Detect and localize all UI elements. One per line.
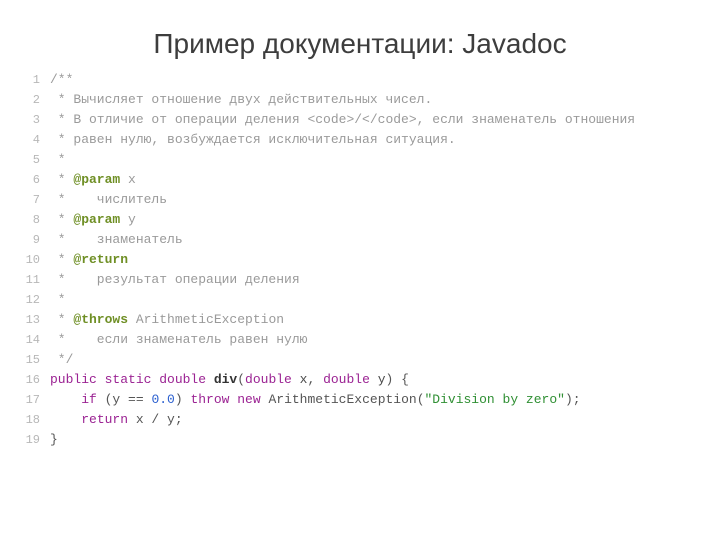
- line-content: * если знаменатель равен нулю: [50, 330, 307, 350]
- code-line: 14 * если знаменатель равен нулю: [12, 330, 720, 350]
- line-number: 3: [12, 110, 50, 130]
- line-number: 9: [12, 230, 50, 250]
- line-number: 12: [12, 290, 50, 310]
- code-line: 15 */: [12, 350, 720, 370]
- code-line: 4 * равен нулю, возбуждается исключитель…: [12, 130, 720, 150]
- code-line: 13 * @throws ArithmeticException: [12, 310, 720, 330]
- line-number: 11: [12, 270, 50, 290]
- line-number: 15: [12, 350, 50, 370]
- code-line: 3 * В отличие от операции деления <code>…: [12, 110, 720, 130]
- code-line: 16public static double div(double x, dou…: [12, 370, 720, 390]
- code-line: 19}: [12, 430, 720, 450]
- line-content: * числитель: [50, 190, 167, 210]
- code-line: 7 * числитель: [12, 190, 720, 210]
- line-content: public static double div(double x, doubl…: [50, 370, 409, 390]
- code-line: 9 * знаменатель: [12, 230, 720, 250]
- line-content: * равен нулю, возбуждается исключительна…: [50, 130, 456, 150]
- line-content: * @throws ArithmeticException: [50, 310, 284, 330]
- line-number: 8: [12, 210, 50, 230]
- line-content: }: [50, 430, 58, 450]
- line-number: 14: [12, 330, 50, 350]
- line-number: 18: [12, 410, 50, 430]
- line-content: * @return: [50, 250, 128, 270]
- line-content: * результат операции деления: [50, 270, 300, 290]
- line-content: * знаменатель: [50, 230, 183, 250]
- line-content: if (y == 0.0) throw new ArithmeticExcept…: [50, 390, 581, 410]
- code-line: 8 * @param y: [12, 210, 720, 230]
- code-block: 1/**2 * Вычисляет отношение двух действи…: [0, 70, 720, 450]
- line-content: *: [50, 150, 66, 170]
- line-content: * В отличие от операции деления <code>/<…: [50, 110, 635, 130]
- code-line: 1/**: [12, 70, 720, 90]
- line-content: /**: [50, 70, 73, 90]
- code-line: 18 return x / y;: [12, 410, 720, 430]
- code-line: 17 if (y == 0.0) throw new ArithmeticExc…: [12, 390, 720, 410]
- line-number: 10: [12, 250, 50, 270]
- line-number: 7: [12, 190, 50, 210]
- line-number: 2: [12, 90, 50, 110]
- line-number: 19: [12, 430, 50, 450]
- line-number: 17: [12, 390, 50, 410]
- code-line: 12 *: [12, 290, 720, 310]
- line-content: * Вычисляет отношение двух действительны…: [50, 90, 432, 110]
- line-number: 16: [12, 370, 50, 390]
- code-line: 6 * @param x: [12, 170, 720, 190]
- code-line: 11 * результат операции деления: [12, 270, 720, 290]
- line-content: return x / y;: [50, 410, 183, 430]
- line-number: 5: [12, 150, 50, 170]
- line-content: * @param x: [50, 170, 136, 190]
- page-title: Пример документации: Javadoc: [0, 0, 720, 70]
- code-line: 5 *: [12, 150, 720, 170]
- line-number: 13: [12, 310, 50, 330]
- slide: Пример документации: Javadoc 1/**2 * Выч…: [0, 0, 720, 540]
- line-number: 1: [12, 70, 50, 90]
- line-content: */: [50, 350, 73, 370]
- line-content: * @param y: [50, 210, 136, 230]
- line-number: 6: [12, 170, 50, 190]
- line-number: 4: [12, 130, 50, 150]
- code-line: 10 * @return: [12, 250, 720, 270]
- line-content: *: [50, 290, 66, 310]
- code-line: 2 * Вычисляет отношение двух действитель…: [12, 90, 720, 110]
